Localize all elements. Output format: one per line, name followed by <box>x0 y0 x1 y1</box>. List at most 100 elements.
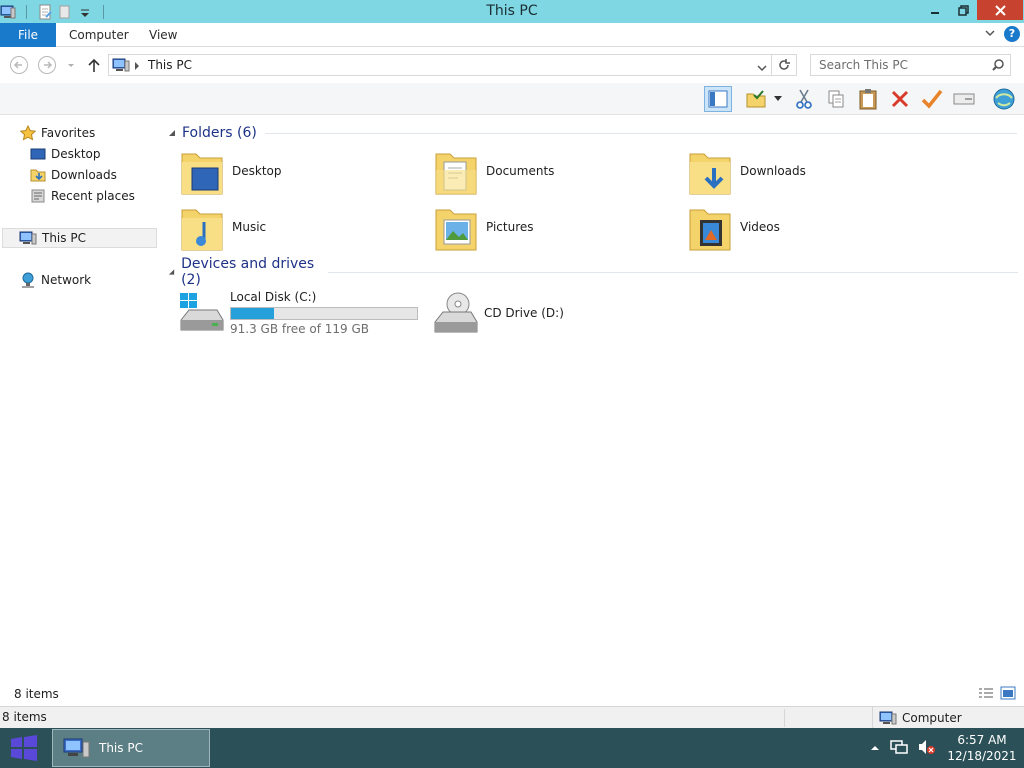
folders-group-title: Folders (6) <box>182 125 257 141</box>
address-bar[interactable]: This PC <box>108 54 772 76</box>
copy-button[interactable] <box>822 86 850 112</box>
drive-cd-d[interactable]: CD Drive (D:) <box>432 290 632 342</box>
minimize-icon <box>931 12 939 14</box>
large-icons-view-icon[interactable] <box>1000 686 1016 703</box>
nav-favorites-label: Favorites <box>41 126 96 140</box>
properties-dropdown[interactable] <box>770 86 786 112</box>
nav-desktop[interactable]: Desktop <box>30 144 101 164</box>
breadcrumb-this-pc[interactable]: This PC <box>148 58 192 72</box>
chevron-down-icon <box>774 96 782 101</box>
restore-icon <box>957 4 969 16</box>
nav-recent-places[interactable]: Recent places <box>30 186 135 206</box>
status-divider <box>784 709 785 727</box>
desktop-folder-icon <box>181 153 223 195</box>
this-pc-icon <box>19 231 37 245</box>
window-status-bar: 8 items Computer <box>0 706 1024 729</box>
content-area: Folders (6) Desktop Documents Downloads … <box>160 116 1024 686</box>
nav-favorites[interactable]: Favorites <box>20 123 95 143</box>
search-placeholder: Search This PC <box>819 58 908 72</box>
forward-button[interactable] <box>38 56 56 74</box>
help-icon[interactable]: ? <box>1004 26 1020 42</box>
start-button[interactable] <box>0 728 48 768</box>
map-drive-button[interactable] <box>950 86 978 112</box>
pictures-folder-icon <box>435 209 477 251</box>
folders-group-header[interactable]: Folders (6) <box>168 122 1018 144</box>
folder-music[interactable]: Music <box>180 204 380 256</box>
minimize-button[interactable] <box>920 0 950 20</box>
close-button[interactable] <box>977 0 1023 20</box>
recent-locations-button[interactable] <box>66 59 76 73</box>
folder-label: Music <box>232 220 267 234</box>
layout-pane-icon <box>708 90 728 108</box>
address-dropdown-icon[interactable] <box>757 61 767 75</box>
folder-pictures[interactable]: Pictures <box>434 204 634 256</box>
properties-button[interactable] <box>742 86 770 112</box>
close-icon <box>994 4 1006 16</box>
zone-label: Computer <box>902 711 962 725</box>
network-status-icon[interactable] <box>890 739 908 758</box>
folder-documents[interactable]: Documents <box>434 148 634 200</box>
window-title: This PC <box>486 3 538 19</box>
rename-button[interactable] <box>918 86 946 112</box>
star-icon <box>20 125 36 141</box>
network-drive-icon <box>953 93 975 105</box>
taskbar-item-this-pc[interactable]: This PC <box>52 729 210 767</box>
outer-item-count: 8 items <box>2 710 47 724</box>
devices-group-header[interactable]: Devices and drives (2) <box>168 256 1018 288</box>
drive-usage-bar <box>230 307 418 320</box>
tab-file[interactable]: File <box>0 23 56 47</box>
nav-this-pc[interactable]: This PC <box>2 228 157 248</box>
refresh-button[interactable] <box>772 54 797 76</box>
paste-button[interactable] <box>854 86 882 112</box>
collapse-caret-icon <box>169 130 175 136</box>
search-input[interactable]: Search This PC <box>810 54 1011 76</box>
clock[interactable]: 6:57 AM 12/18/2021 <box>946 732 1018 764</box>
nav-downloads[interactable]: Downloads <box>30 165 117 185</box>
drive-usage-fill <box>231 308 275 319</box>
up-button[interactable] <box>86 56 102 77</box>
network-button[interactable] <box>990 86 1018 112</box>
drive-name: CD Drive (D:) <box>484 306 564 320</box>
cd-drive-icon <box>434 292 478 333</box>
preview-pane-button[interactable] <box>704 86 732 112</box>
cut-button[interactable] <box>790 86 818 112</box>
breadcrumb-chevron-icon[interactable] <box>133 60 141 74</box>
taskbar: This PC 6:57 AM 12/18/2021 <box>0 728 1024 768</box>
drive-local-disk-c[interactable]: Local Disk (C:) 91.3 GB free of 119 GB <box>178 290 424 342</box>
tab-computer[interactable]: Computer <box>69 23 129 47</box>
system-tray: 6:57 AM 12/18/2021 <box>870 728 1024 768</box>
computer-icon <box>879 711 897 725</box>
devices-group-title: Devices and drives (2) <box>181 256 315 288</box>
tab-view[interactable]: View <box>149 23 177 47</box>
globe-icon <box>993 88 1015 110</box>
drive-free-space: 91.3 GB free of 119 GB <box>230 322 369 336</box>
folder-downloads[interactable]: Downloads <box>688 148 888 200</box>
zone-indicator: Computer <box>872 707 962 729</box>
nav-this-pc-label: This PC <box>42 231 86 245</box>
group-divider <box>264 132 1017 134</box>
videos-folder-icon <box>689 209 731 251</box>
expand-ribbon-icon[interactable] <box>984 27 996 42</box>
details-view-icon[interactable] <box>978 686 994 703</box>
this-pc-icon <box>63 738 90 758</box>
volume-muted-icon[interactable] <box>918 739 936 758</box>
folder-desktop[interactable]: Desktop <box>180 148 380 200</box>
copy-icon <box>828 90 844 108</box>
folder-label: Documents <box>486 164 555 178</box>
navigation-pane: Favorites Desktop Downloads Recent place… <box>0 116 158 686</box>
nav-network[interactable]: Network <box>20 270 91 290</box>
taskbar-item-label: This PC <box>99 741 143 755</box>
collapse-caret-icon <box>168 269 175 275</box>
clipboard-icon <box>859 89 877 110</box>
delete-button[interactable] <box>886 86 914 112</box>
nav-recent-label: Recent places <box>51 189 135 203</box>
show-hidden-icons-icon[interactable] <box>870 741 880 755</box>
network-icon <box>22 272 34 288</box>
hard-drive-icon <box>180 293 224 331</box>
folder-videos[interactable]: Videos <box>688 204 888 256</box>
restore-button[interactable] <box>950 0 976 20</box>
downloads-folder-icon <box>30 169 46 182</box>
documents-folder-icon <box>435 153 477 195</box>
back-button[interactable] <box>10 56 28 74</box>
delete-x-icon <box>891 90 909 108</box>
